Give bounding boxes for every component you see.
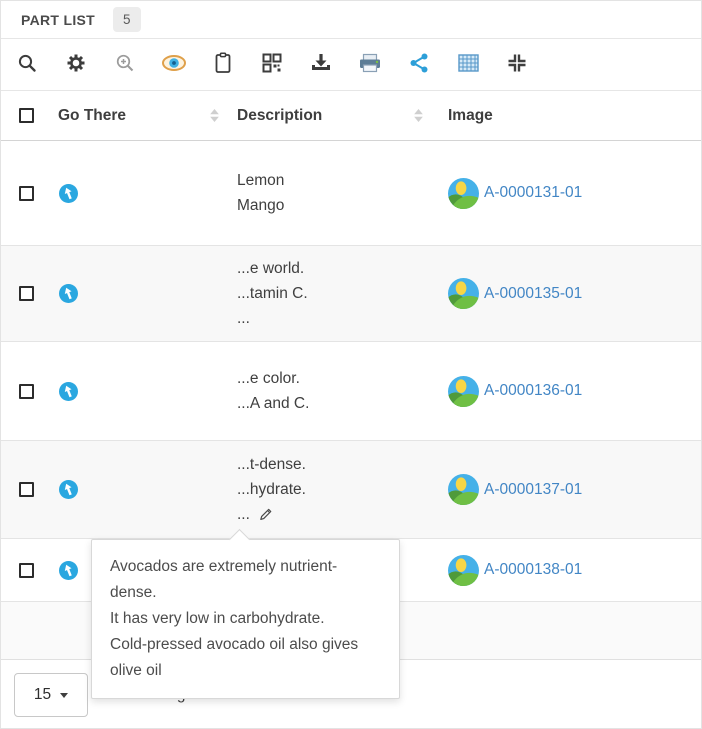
search-icon [17,53,37,76]
row-checkbox[interactable] [19,482,34,497]
title-bar: PART LIST 5 [1,1,701,39]
print-button[interactable] [358,53,382,77]
row-checkbox[interactable] [19,563,34,578]
go-there-icon[interactable] [59,284,78,303]
qr-code-icon [262,53,282,76]
visibility-toggle-button[interactable] [162,53,186,77]
image-link[interactable]: A-0000137-01 [484,481,582,499]
image-thumbnail[interactable] [448,278,479,309]
go-there-icon[interactable] [59,561,78,580]
description-cell: ...t-dense. ...hydrate. ... [231,452,441,527]
table-view-button[interactable] [456,53,480,77]
download-icon [310,53,332,76]
select-all-checkbox[interactable] [19,108,34,123]
go-there-icon[interactable] [59,382,78,401]
row-checkbox[interactable] [19,384,34,399]
clipboard-button[interactable] [211,53,235,77]
tooltip-text-line: It has very low in carbohydrate. [110,606,381,632]
description-cell: ...e world. ...tamin C. ... [231,256,441,331]
description-cell: ...e color. ...A and C. [231,366,441,416]
page-size-dropdown[interactable]: 15 [14,673,88,717]
image-cell: A-0000131-01 [441,178,701,209]
column-header-go-there[interactable]: Go There [46,107,231,125]
zoom-search-button[interactable] [113,53,137,77]
chevron-down-icon [60,693,68,698]
description-cell: Lemon Mango [231,168,441,218]
column-label: Description [237,107,322,125]
share-icon [409,53,429,76]
eye-icon [161,54,187,75]
page-title: PART LIST [21,12,95,28]
image-link[interactable]: A-0000136-01 [484,382,582,400]
description-tooltip: Avocados are extremely nutrient-dense. I… [91,539,400,699]
edit-pencil-icon[interactable] [258,507,273,522]
table-row: ...e world. ...tamin C. ... A-0000135-01 [1,246,701,342]
image-thumbnail[interactable] [448,178,479,209]
toolbar [1,39,701,91]
count-badge: 5 [113,7,141,32]
image-thumbnail[interactable] [448,376,479,407]
go-there-icon[interactable] [59,184,78,203]
select-all-cell [1,108,46,123]
clipboard-icon [213,52,233,77]
printer-icon [358,53,382,76]
column-label: Image [448,107,493,125]
row-checkbox[interactable] [19,186,34,201]
tooltip-text-line: Cold-pressed avocado oil also gives oliv… [110,632,381,684]
image-cell: A-0000135-01 [441,278,701,309]
compress-icon [507,53,527,76]
search-button[interactable] [15,53,39,77]
column-header-image[interactable]: Image [441,107,701,125]
image-cell: A-0000136-01 [441,376,701,407]
gear-icon [66,53,86,76]
settings-button[interactable] [64,53,88,77]
zoom-in-icon [115,53,135,76]
qr-code-button[interactable] [260,53,284,77]
sort-icon[interactable] [414,109,423,122]
image-thumbnail[interactable] [448,474,479,505]
compress-button[interactable] [505,53,529,77]
go-there-icon[interactable] [59,480,78,499]
column-header-description[interactable]: Description [231,107,441,125]
image-link[interactable]: A-0000131-01 [484,184,582,202]
table-row: ...e color. ...A and C. A-0000136-01 [1,342,701,441]
sort-icon[interactable] [210,109,219,122]
row-checkbox[interactable] [19,286,34,301]
image-link[interactable]: A-0000135-01 [484,285,582,303]
image-cell: A-0000138-01 [441,555,701,586]
part-list-panel: PART LIST 5 [0,0,702,729]
download-button[interactable] [309,53,333,77]
share-button[interactable] [407,53,431,77]
page-size-value: 15 [34,686,51,704]
table-row: ...t-dense. ...hydrate. ... A-0000137-01 [1,441,701,539]
table-row: Lemon Mango A-0000131-01 [1,141,701,246]
image-cell: A-0000137-01 [441,474,701,505]
tooltip-text-line: Avocados are extremely nutrient-dense. [110,554,381,606]
image-thumbnail[interactable] [448,555,479,586]
table-grid-icon [458,54,479,75]
column-label: Go There [58,107,126,125]
image-link[interactable]: A-0000138-01 [484,561,582,579]
table-header-row: Go There Description Image [1,91,701,141]
